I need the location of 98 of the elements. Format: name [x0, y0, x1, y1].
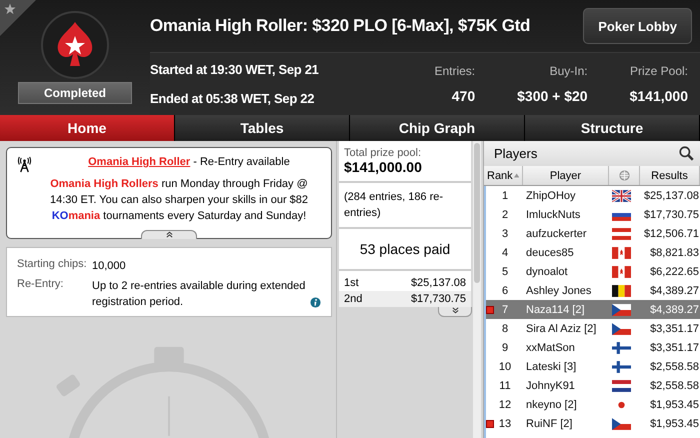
expand-button[interactable]	[438, 307, 472, 317]
rank-cell-text: 8	[500, 322, 510, 334]
antenna-icon	[17, 156, 32, 173]
player-row[interactable]: 13 RuiNF [2] $1,953.45	[486, 414, 700, 433]
double-chevron-down-icon	[450, 307, 460, 314]
player-name: JohnyK91	[525, 380, 576, 392]
result-cell-text: $25,137.08	[642, 190, 700, 202]
stat-label: Buy-In:	[550, 64, 588, 78]
payout-amount: $25,137.08	[410, 277, 466, 289]
globe-icon	[618, 170, 630, 181]
player-name: xxMatSon	[525, 342, 576, 354]
player-row[interactable]: 12 nkeyno [2] $1,953.45	[486, 395, 700, 414]
rank-cell-text: 9	[500, 342, 510, 354]
result-cell-text: $4,389.27	[649, 284, 700, 296]
rank-cell-text: 5	[500, 266, 510, 278]
column-header[interactable]: Results	[640, 166, 700, 185]
double-chevron-up-icon	[164, 231, 174, 238]
news-link[interactable]: Omania High Roller	[88, 156, 190, 168]
poker-lobby-button[interactable]: Poker Lobby	[583, 8, 692, 44]
detail-value: Up to 2 re-entries available during extended registration period.	[92, 279, 306, 310]
player-row[interactable]: 6 Ashley Jones $4,389.27	[486, 281, 700, 300]
stat-value: 470	[452, 88, 476, 104]
result-cell-text: $3,351.17	[649, 322, 700, 334]
column-header[interactable]: Player	[523, 166, 609, 185]
player-row[interactable]: 2 ImluckNuts $17,730.75	[486, 205, 700, 224]
player-name: ZhipOHoy	[525, 190, 577, 202]
player-name: Naza114 [2]	[525, 304, 586, 316]
player-name: RuiNF [2]	[525, 418, 574, 430]
result-cell-text: $6,222.65	[649, 266, 700, 278]
rank-cell-text: 3	[500, 228, 510, 240]
entries-note: (284 entries, 186 re-entries)	[339, 183, 471, 229]
search-icon[interactable]	[679, 146, 694, 161]
payout-place: 1st	[344, 277, 359, 289]
result-cell-text: $12,506.71	[642, 228, 700, 240]
prize-pool-total: $141,000.00	[344, 159, 423, 175]
stat-label: Entries:	[434, 64, 476, 78]
spade-logo-icon	[40, 10, 110, 80]
player-row[interactable]: 5 dynoalot $6,222.65	[486, 262, 700, 281]
result-cell-text: $1,953.45	[649, 418, 700, 430]
tournament-title: Omania High Roller: $320 PLO [6-Max], $75K Gtd	[150, 16, 530, 36]
news-text: Omania High Rollers run Monday through Friday @ 14:30 ET. You can also sharpen your skills in our $82 KOmania tournaments every Saturday and Sunday!	[48, 177, 310, 224]
player-row[interactable]: 9 xxMatSon $3,351.17	[486, 338, 700, 357]
tab[interactable]: Home	[0, 115, 175, 141]
player-name: ImluckNuts	[525, 208, 582, 220]
player-row[interactable]: 1 ZhipOHoy $25,137.08	[486, 186, 700, 205]
stat-value: $300 + $20	[517, 88, 588, 104]
time-text: Ended at 05:38 WET, Sep 22	[150, 91, 316, 106]
rank-column-header[interactable]: Rank	[484, 166, 523, 185]
scrollbar[interactable]	[473, 141, 481, 438]
player-row[interactable]: 3 aufzuckerter $12,506.71	[486, 224, 700, 243]
info-icon[interactable]	[310, 297, 321, 308]
rank-cell-text: 1	[500, 190, 510, 202]
player-name: Sira Al Aziz [2]	[525, 322, 598, 334]
result-cell-text: $8,821.83	[649, 246, 700, 258]
result-cell-text: $3,351.17	[649, 342, 700, 354]
players-title: Players	[494, 146, 538, 161]
time-text: Started at 19:30 WET, Sep 21	[150, 62, 320, 77]
player-row[interactable]: 10 Lateski [3] $2,558.58	[486, 357, 700, 376]
rank-cell-text: 13	[498, 418, 512, 430]
player-row[interactable]: 8 Sira Al Aziz [2] $3,351.17	[486, 319, 700, 338]
player-row[interactable]: 11 JohnyK91 $2,558.58	[486, 376, 700, 395]
rank-cell-text: 7	[500, 304, 510, 316]
tab[interactable]: Structure	[525, 115, 700, 141]
rank-cell-text: 10	[498, 360, 512, 372]
star-icon	[4, 3, 16, 15]
player-row[interactable]: 7 Naza114 [2] $4,389.27	[486, 300, 700, 319]
prize-pool-label: Total prize pool:	[344, 147, 422, 159]
places-paid: 53 places paid	[339, 229, 471, 271]
status-ribbon: Completed	[18, 82, 132, 104]
result-cell-text: $1,953.45	[649, 398, 700, 410]
detail-label: Re-Entry:	[17, 278, 64, 292]
detail-value: 10,000	[92, 259, 126, 274]
tab[interactable]: Tables	[175, 115, 350, 141]
rank-cell-text: 2	[500, 208, 510, 220]
collapse-button[interactable]	[141, 230, 197, 239]
result-cell-text: $4,389.27	[649, 304, 700, 316]
player-name: deuces85	[525, 246, 575, 258]
news-headline: - Re-Entry available	[192, 156, 290, 168]
player-name: aufzuckerter	[525, 228, 588, 240]
tab[interactable]: Chip Graph	[350, 115, 525, 141]
rank-cell-text: 6	[500, 284, 510, 296]
payout-place: 2nd	[344, 293, 362, 305]
payout-amount: $17,730.75	[410, 293, 466, 305]
player-row[interactable]: 4 deuces85 $8,821.83	[486, 243, 700, 262]
rank-cell-text: 11	[498, 380, 512, 392]
stat-label: Prize Pool:	[630, 64, 688, 78]
rank-cell-text: 4	[500, 246, 510, 258]
rank-cell-text: 12	[498, 398, 512, 410]
detail-label: Starting chips:	[17, 258, 88, 272]
player-name: dynoalot	[525, 266, 569, 278]
result-cell-text: $2,558.58	[649, 360, 700, 372]
result-cell-text: $2,558.58	[649, 380, 700, 392]
result-cell-text: $17,730.75	[642, 208, 700, 220]
stat-value: $141,000	[630, 88, 688, 104]
player-name: Lateski [3]	[525, 360, 578, 372]
player-name: nkeyno [2]	[525, 398, 578, 410]
player-name: Ashley Jones	[525, 284, 592, 296]
sort-arrow-icon	[514, 173, 519, 178]
